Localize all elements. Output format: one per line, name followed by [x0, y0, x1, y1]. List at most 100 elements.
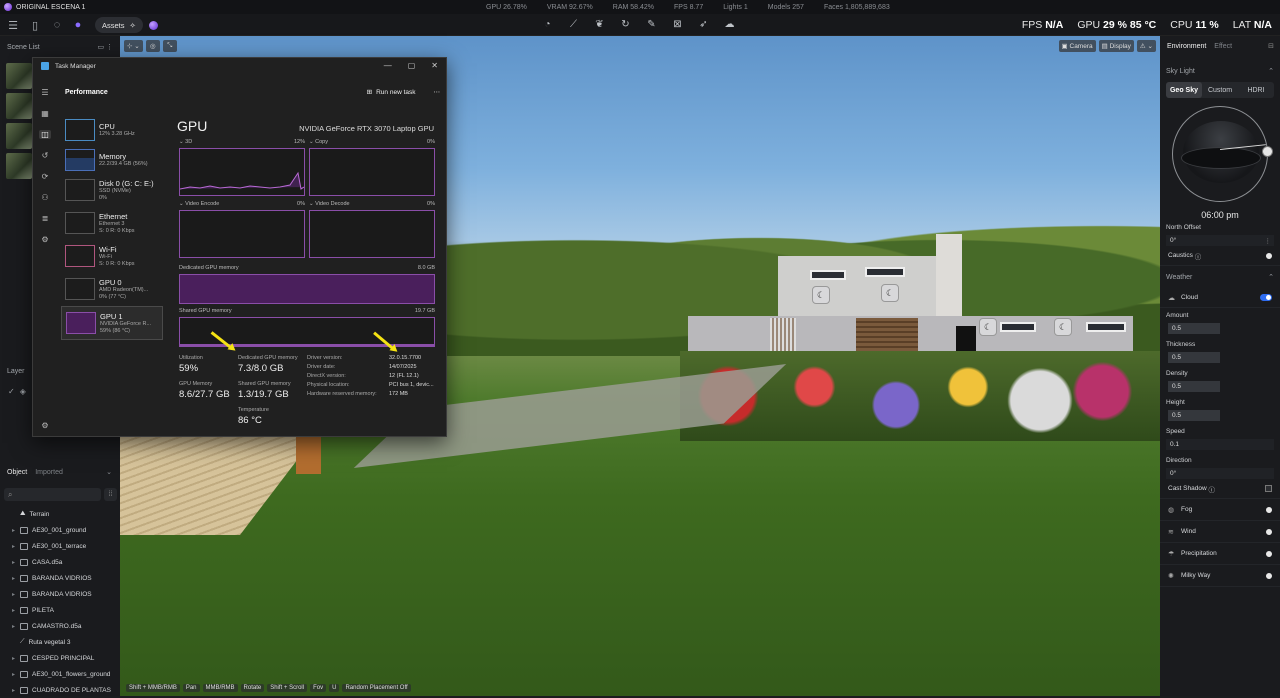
graph-copy[interactable]	[309, 148, 435, 196]
outliner-item[interactable]: ▸ BARANDA VIDRIOS	[0, 570, 120, 586]
run-new-task-button[interactable]: ⊞ Run new task ⋯	[367, 88, 441, 97]
services-icon[interactable]: ⚙	[41, 235, 48, 244]
outliner-item[interactable]: ▸ PILETA	[0, 602, 120, 618]
scene-thumbnail[interactable]	[6, 123, 32, 149]
cast-shadow-checkbox[interactable]	[1265, 485, 1272, 492]
graph-shared-memory[interactable]	[179, 317, 435, 347]
assets-button[interactable]: Assets ✧	[95, 17, 143, 33]
graph-video-encode[interactable]	[179, 210, 305, 258]
cloud-toggle[interactable]	[1260, 294, 1272, 301]
scene-thumbnail[interactable]	[6, 63, 32, 89]
more-options-icon[interactable]: ⋯	[434, 88, 441, 96]
thickness-slider[interactable]: 0.5	[1168, 352, 1220, 363]
refresh-icon[interactable]: ↻	[618, 17, 633, 32]
sphere-icon[interactable]	[149, 21, 158, 30]
outliner-item[interactable]: ▸ CESPED PRINCIPAL	[0, 650, 120, 666]
pin-icon[interactable]: ⊟	[1268, 42, 1274, 50]
globe-icon[interactable]: ◎	[145, 40, 160, 52]
milky-way-toggle[interactable]	[1266, 572, 1272, 579]
cloud-icon[interactable]: ☁	[722, 17, 737, 32]
tab-imported[interactable]: Imported	[35, 469, 63, 476]
sun-position-dial[interactable]	[1172, 106, 1273, 202]
path-icon[interactable]: ⟋	[566, 17, 581, 32]
fps-metric: FPS N/A	[1021, 19, 1064, 31]
leaf-icon[interactable]: ❦	[592, 17, 607, 32]
precipitation-toggle[interactable]	[1266, 550, 1272, 557]
snap-icon[interactable]: ⤡	[162, 40, 177, 52]
tab-environment[interactable]: Environment	[1167, 43, 1206, 50]
tab-object[interactable]: Object	[7, 469, 27, 476]
sky-mode-geo[interactable]: Geo Sky	[1166, 82, 1202, 98]
process-item-wifi[interactable]: Wi-Fi Wi-Fi S: 0 R: 0 Kbps	[61, 240, 163, 272]
startup-icon[interactable]: ⟳	[42, 172, 49, 181]
object-search-input[interactable]: ⌕	[4, 488, 101, 501]
scene-thumbnail[interactable]	[6, 153, 32, 179]
camera-button[interactable]: ▣ Camera	[1058, 40, 1096, 52]
process-item-cpu[interactable]: CPU 12% 3.28 GHz	[61, 114, 163, 146]
brush-icon[interactable]: ✎	[644, 17, 659, 32]
minimize-icon[interactable]: —	[384, 61, 392, 70]
outliner-item[interactable]: ▸ AE30_001_terrace	[0, 538, 120, 554]
weather-header[interactable]: Weather ⌃	[1160, 266, 1280, 288]
scatter-icon[interactable]: ⊠	[670, 17, 685, 32]
maximize-icon[interactable]: ▢	[408, 61, 416, 70]
light-marker-icon[interactable]: ☾	[1054, 318, 1072, 336]
hamburger-icon[interactable]: ☰	[41, 88, 48, 97]
cursor-icon[interactable]: ➶	[696, 17, 711, 32]
graph-dedicated-memory[interactable]	[179, 274, 435, 304]
stat-gpu: GPU 26.78%	[486, 3, 527, 11]
direction-field[interactable]: 0°	[1166, 468, 1274, 479]
graph-3d[interactable]	[179, 148, 305, 196]
light-marker-icon[interactable]: ☾	[979, 318, 997, 336]
outliner-item[interactable]: ⛰ Terrain	[0, 506, 120, 522]
processes-icon[interactable]: ▦	[41, 109, 49, 118]
height-slider[interactable]: 0.5	[1168, 410, 1220, 421]
sky-mode-hdri[interactable]: HDRI	[1238, 82, 1274, 98]
chat-icon[interactable]: ◌	[49, 17, 65, 33]
file-icon[interactable]: ▯	[27, 17, 43, 33]
history-icon[interactable]: ↺	[42, 151, 49, 160]
light-marker-icon[interactable]: ☾	[812, 286, 830, 304]
sky-mode-custom[interactable]: Custom	[1202, 82, 1238, 98]
scene-list-options-icon[interactable]: ▭ ⋮	[97, 43, 113, 51]
wind-toggle[interactable]	[1266, 528, 1272, 535]
performance-icon[interactable]: ◫	[39, 130, 51, 139]
render-mode-button[interactable]: ⚠ ⌄	[1136, 40, 1156, 52]
sky-light-header[interactable]: Sky Light ⌃	[1160, 60, 1280, 82]
memory-mini-graph	[65, 149, 95, 171]
north-offset-field[interactable]: 0° ⋮	[1166, 235, 1274, 246]
outliner-item[interactable]: ▸ AE30_001_flowers_ground	[0, 666, 120, 682]
process-item-memory[interactable]: Memory 22.2/39.4 GB (56%)	[61, 144, 163, 176]
display-button[interactable]: ▤ Display	[1098, 40, 1134, 52]
density-slider[interactable]: 0.5	[1168, 381, 1220, 392]
ai-icon[interactable]: ●	[70, 17, 86, 33]
process-item-gpu0[interactable]: GPU 0 AMD Radeon(TM)... 0% (77 °C)	[61, 273, 163, 305]
transform-icon[interactable]: ⊹ ⌄	[124, 40, 143, 52]
settings-icon[interactable]: ⚙	[41, 421, 48, 430]
outliner-item[interactable]: ▸ BARANDA VIDRIOS	[0, 586, 120, 602]
amount-slider[interactable]: 0.5	[1168, 323, 1220, 334]
fog-toggle[interactable]	[1266, 506, 1272, 513]
chevron-down-icon[interactable]: ⌄	[106, 468, 112, 476]
close-icon[interactable]: ✕	[431, 61, 438, 70]
caustics-toggle[interactable]	[1266, 252, 1272, 259]
outliner-item[interactable]: ▸ CASA.d5a	[0, 554, 120, 570]
bulb-icon[interactable]: ◔	[540, 17, 555, 32]
graph-video-decode[interactable]	[309, 210, 435, 258]
outliner-item[interactable]: ▸ AE30_001_ground	[0, 522, 120, 538]
process-item-disk[interactable]: Disk 0 (G: C: E:) SSD (NVMe) 0%	[61, 174, 163, 206]
users-icon[interactable]: ⚇	[41, 193, 48, 202]
outliner-item[interactable]: ⟋ Ruta vegetal 3	[0, 634, 120, 650]
process-item-ethernet[interactable]: Ethernet Ethernet 3 S: 0 R: 0 Kbps	[61, 207, 163, 239]
stat-fps: FPS 8.77	[674, 3, 704, 11]
scene-thumbnail[interactable]	[6, 93, 32, 119]
outliner-item[interactable]: ▸ CAMASTRO.d5a	[0, 618, 120, 634]
sun-handle[interactable]	[1262, 146, 1273, 157]
grid-icon[interactable]: ⁞⁞	[104, 488, 117, 501]
tab-effect[interactable]: Effect	[1214, 43, 1232, 50]
speed-field[interactable]: 0.1	[1166, 439, 1274, 450]
light-marker-icon[interactable]: ☾	[881, 284, 899, 302]
menu-icon[interactable]: ☰	[5, 17, 21, 33]
process-item-gpu1[interactable]: GPU 1 NVIDIA GeForce R... 59% (86 °C)	[61, 306, 163, 340]
details-icon[interactable]: ≣	[42, 214, 49, 223]
